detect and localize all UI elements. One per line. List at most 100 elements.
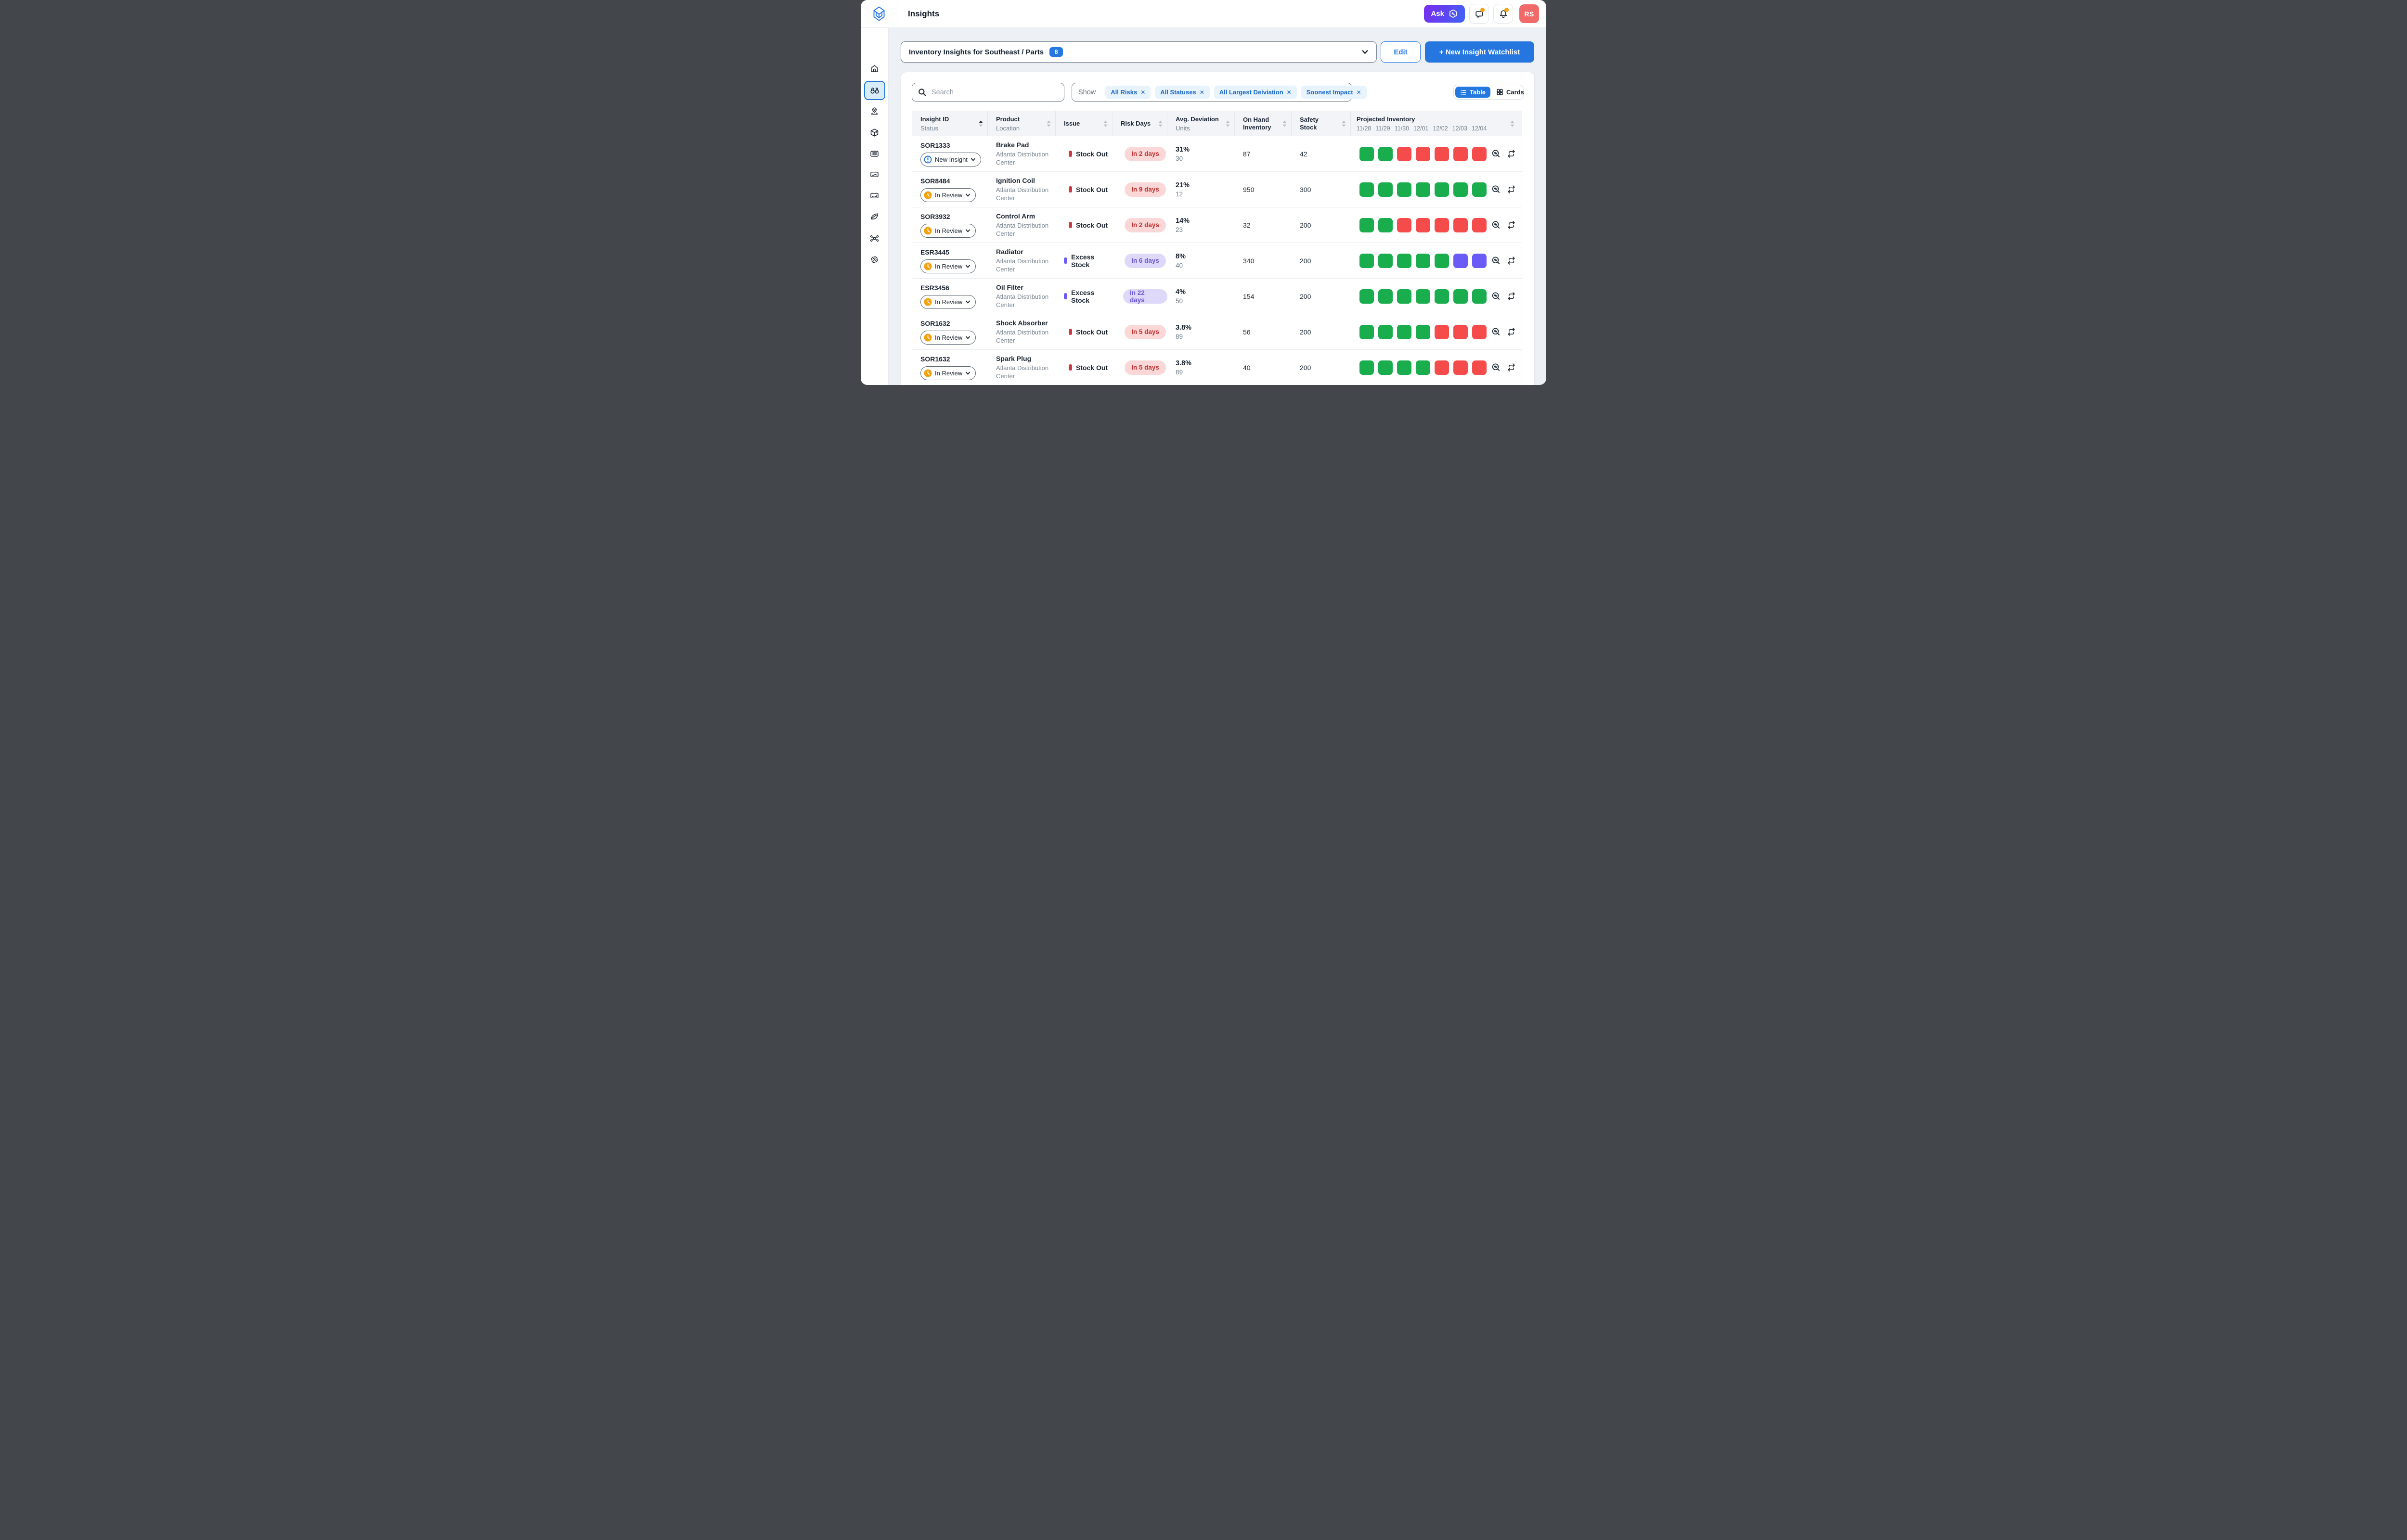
on-hand-cell: 950 <box>1235 172 1292 207</box>
issue-label: Stock Out <box>1076 150 1108 158</box>
swap-repeat-icon[interactable] <box>1507 220 1516 230</box>
projected-inventory-cell <box>1351 136 1519 171</box>
analyze-pulse-icon[interactable] <box>1491 149 1501 158</box>
sort-icon[interactable] <box>1226 120 1230 127</box>
issue-label: Stock Out <box>1076 364 1108 372</box>
view-cards-button[interactable]: Cards <box>1491 87 1529 98</box>
sort-icon[interactable] <box>979 120 983 127</box>
filter-chip[interactable]: Soonest Impact ✕ <box>1301 86 1367 99</box>
watchlist-select[interactable]: Inventory Insights for Southeast / Parts… <box>901 41 1377 63</box>
projection-square <box>1397 218 1411 232</box>
table-body: SOR1333 New Insight Brake Pad Atlant <box>912 136 1522 385</box>
sort-icon[interactable] <box>1282 120 1287 127</box>
chip-close-icon[interactable]: ✕ <box>1357 89 1361 96</box>
issue-cell: Stock Out <box>1056 207 1113 243</box>
feedback-button[interactable] <box>1469 4 1489 24</box>
status-dropdown[interactable]: In Review <box>920 331 976 345</box>
sort-icon[interactable] <box>1510 120 1514 127</box>
issue-label: Excess Stock <box>1071 289 1113 304</box>
status-dropdown[interactable]: In Review <box>920 224 976 238</box>
filter-chip[interactable]: All Risks ✕ <box>1105 86 1151 99</box>
analyze-pulse-icon[interactable] <box>1491 256 1501 265</box>
swap-repeat-icon[interactable] <box>1507 149 1516 158</box>
filter-chip[interactable]: All Statuses ✕ <box>1155 86 1209 99</box>
swap-repeat-icon[interactable] <box>1507 256 1516 265</box>
risk-pill: In 6 days <box>1125 254 1166 268</box>
filter-chip[interactable]: All Largest Deiviation ✕ <box>1214 86 1297 99</box>
analyze-pulse-icon[interactable] <box>1491 363 1501 372</box>
sidebar-item-chart-board[interactable] <box>865 166 884 183</box>
user-avatar[interactable]: RS <box>1519 4 1539 23</box>
swap-repeat-icon[interactable] <box>1507 363 1516 372</box>
sidebar-item-insights[interactable] <box>864 81 885 100</box>
sidebar-item-sustainability[interactable] <box>865 207 884 225</box>
chip-close-icon[interactable]: ✕ <box>1140 89 1145 96</box>
column-header[interactable]: Issue <box>1056 111 1113 136</box>
ask-hexagon-icon <box>1448 9 1458 19</box>
column-header[interactable]: Avg. Deviation Units <box>1167 111 1235 136</box>
sidebar-item-locations[interactable] <box>865 103 884 120</box>
analyze-pulse-icon[interactable] <box>1491 292 1501 301</box>
column-header[interactable]: Risk Days <box>1113 111 1167 136</box>
status-dropdown[interactable]: In Review <box>920 259 976 273</box>
brand-logo-icon <box>870 5 888 23</box>
table-row: ESR3445 In Review Radiator Atlanta D <box>912 243 1522 279</box>
product-cell: Control Arm Atlanta Distribution Center <box>988 207 1056 243</box>
status-dropdown[interactable]: In Review <box>920 366 976 380</box>
view-cards-label: Cards <box>1506 89 1524 96</box>
leaf-icon <box>869 211 880 221</box>
projected-inventory-cell <box>1351 279 1519 314</box>
notification-dot <box>1504 8 1509 12</box>
ask-button[interactable]: Ask <box>1424 5 1465 23</box>
sort-icon[interactable] <box>1047 120 1051 127</box>
status-dropdown[interactable]: In Review <box>920 188 976 202</box>
sidebar-item-tracking[interactable] <box>865 251 884 268</box>
column-header[interactable]: On Hand Inventory <box>1235 111 1292 136</box>
column-title: Product <box>996 116 1043 123</box>
column-title: Avg. Deviation <box>1176 116 1222 123</box>
chart-board-icon <box>869 169 880 180</box>
chip-close-icon[interactable]: ✕ <box>1287 89 1292 96</box>
swap-repeat-icon[interactable] <box>1507 292 1516 301</box>
edit-watchlist-button[interactable]: Edit <box>1381 41 1421 63</box>
column-header[interactable]: Safety Stock <box>1292 111 1351 136</box>
projection-square <box>1435 254 1449 268</box>
sort-icon[interactable] <box>1158 120 1163 127</box>
projection-square <box>1378 147 1393 161</box>
row-actions <box>1491 149 1516 158</box>
status-dropdown[interactable]: New Insight <box>920 153 981 167</box>
projection-square <box>1397 182 1411 197</box>
swap-repeat-icon[interactable] <box>1507 327 1516 336</box>
analyze-pulse-icon[interactable] <box>1491 220 1501 230</box>
sort-icon[interactable] <box>1103 120 1108 127</box>
projection-square <box>1453 289 1468 304</box>
projection-square <box>1359 254 1374 268</box>
sidebar-item-home[interactable] <box>865 60 884 77</box>
risk-days-cell: In 6 days <box>1113 243 1167 278</box>
sidebar-item-calendar[interactable] <box>865 187 884 204</box>
sidebar-item-products[interactable] <box>865 124 884 141</box>
notifications-button[interactable] <box>1493 4 1513 24</box>
view-table-button[interactable]: Table <box>1455 87 1490 98</box>
analyze-pulse-icon[interactable] <box>1491 327 1501 336</box>
on-hand-cell: 87 <box>1235 136 1292 171</box>
row-actions <box>1491 292 1516 301</box>
search-input[interactable] <box>931 88 1058 97</box>
analyze-pulse-icon[interactable] <box>1491 185 1501 194</box>
issue-dot <box>1064 257 1067 264</box>
projection-square <box>1416 147 1430 161</box>
in-review-clock-icon <box>924 334 932 342</box>
sidebar-item-list[interactable] <box>865 145 884 162</box>
issue-label: Stock Out <box>1076 328 1108 336</box>
risk-days-cell: In 22 days <box>1113 279 1167 314</box>
new-insight-watchlist-button[interactable]: + New Insight Watchlist <box>1425 41 1534 63</box>
column-header[interactable]: Projected Inventory 11/2811/2911/3012/01… <box>1351 111 1519 136</box>
sidebar-item-network[interactable] <box>865 230 884 247</box>
sort-icon[interactable] <box>1342 120 1346 127</box>
column-header[interactable]: Product Location <box>988 111 1056 136</box>
projection-square <box>1472 289 1487 304</box>
chip-close-icon[interactable]: ✕ <box>1200 89 1204 96</box>
swap-repeat-icon[interactable] <box>1507 185 1516 194</box>
column-header[interactable]: Insight ID Status <box>912 111 988 136</box>
status-dropdown[interactable]: In Review <box>920 295 976 309</box>
